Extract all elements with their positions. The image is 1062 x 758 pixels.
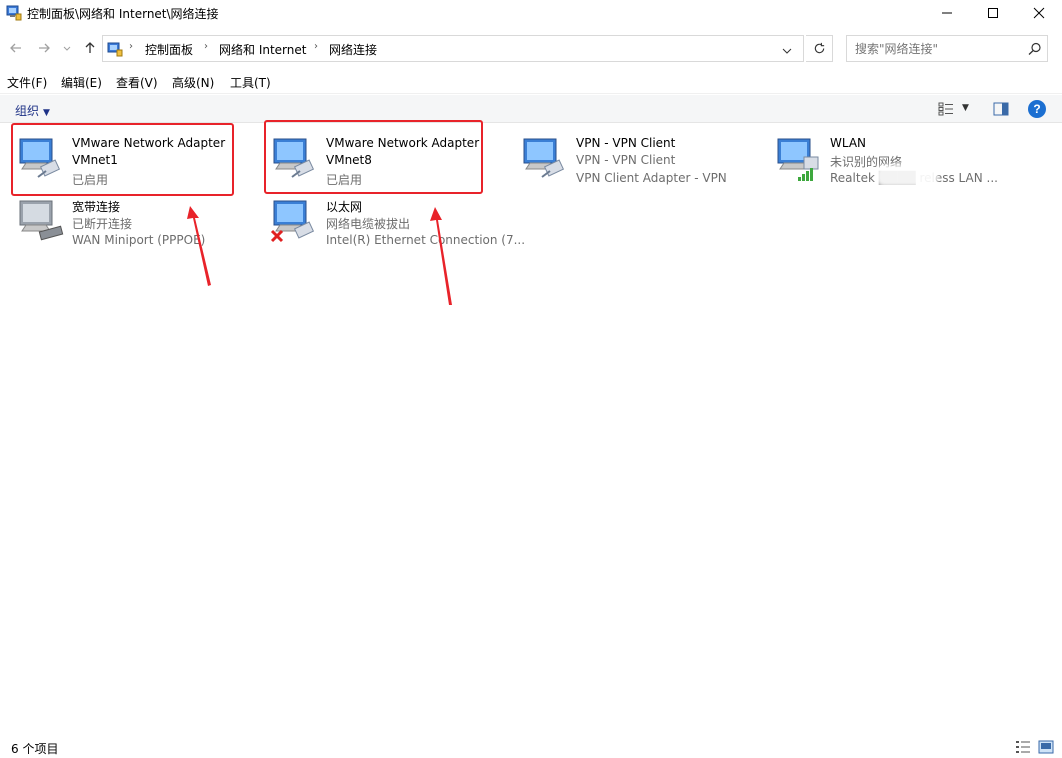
large-icons-view-icon[interactable]: [1038, 740, 1054, 754]
arrow-annotation-1: [187, 206, 211, 286]
item-count: 6 个项目: [11, 742, 59, 756]
annotation-arrows: [187, 206, 452, 305]
details-view-icon[interactable]: [1015, 740, 1031, 754]
status-bar: 6 个项目: [0, 736, 1062, 758]
arrow-annotation-2: [430, 207, 452, 305]
